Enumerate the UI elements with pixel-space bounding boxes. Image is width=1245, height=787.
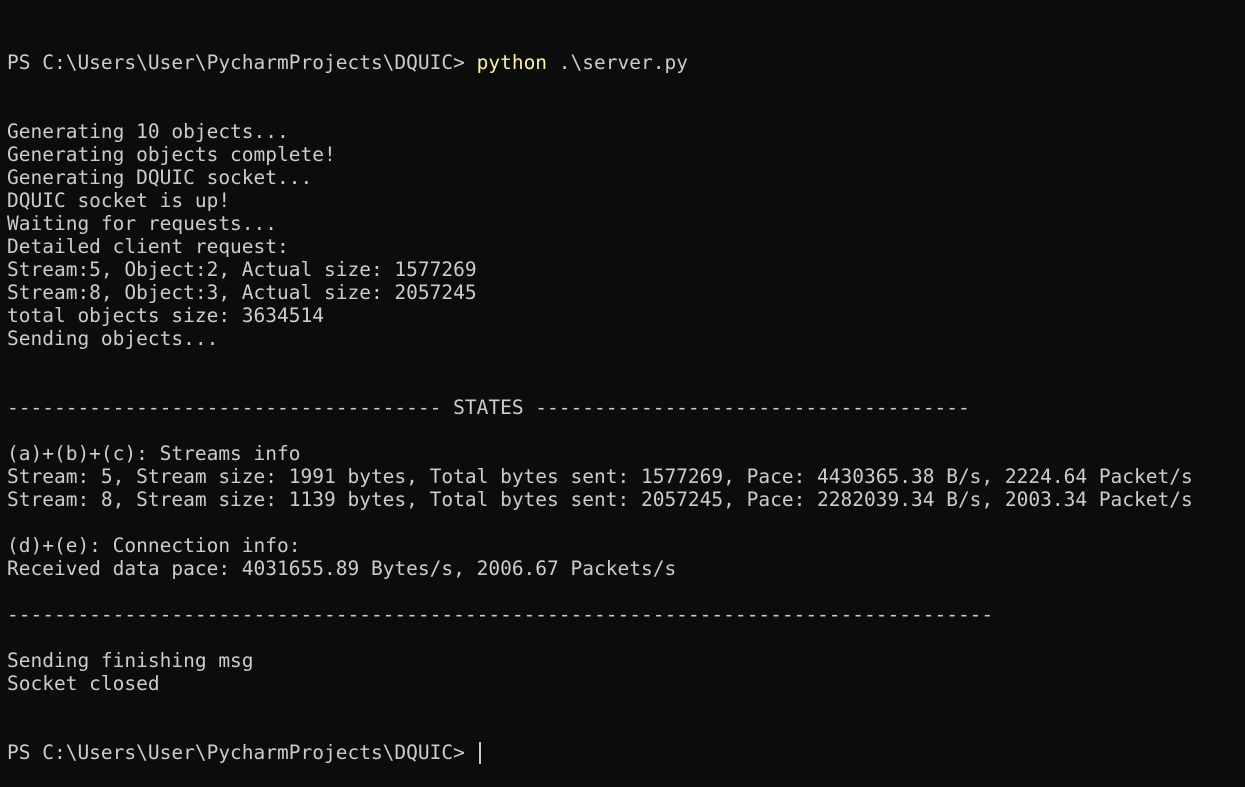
command-line: PS C:\Users\User\PycharmProjects\DQUIC> …: [7, 51, 1245, 74]
output-line: Stream:5, Object:2, Actual size: 1577269: [7, 258, 477, 281]
output-line: Received data pace: 4031655.89 Bytes/s, …: [7, 557, 677, 580]
output-line: Sending finishing msg: [7, 649, 254, 672]
output-line: Generating DQUIC socket...: [7, 166, 313, 189]
output-line: Generating objects complete!: [7, 143, 336, 166]
output-line: (a)+(b)+(c): Streams info: [7, 442, 301, 465]
output-line: Waiting for requests...: [7, 212, 278, 235]
output-line: Stream: 5, Stream size: 1991 bytes, Tota…: [7, 465, 1193, 488]
terminal-window[interactable]: PS C:\Users\User\PycharmProjects\DQUIC> …: [0, 0, 1245, 764]
command-name: python: [476, 51, 548, 74]
output-line: Stream: 8, Stream size: 1139 bytes, Tota…: [7, 488, 1193, 511]
output-line: Sending objects...: [7, 327, 219, 350]
output-line: DQUIC socket is up!: [7, 189, 231, 212]
output-line: Stream:8, Object:3, Actual size: 2057245: [7, 281, 477, 304]
command-args: .\server.py: [547, 51, 688, 74]
final-prompt-line[interactable]: PS C:\Users\User\PycharmProjects\DQUIC>: [7, 741, 1245, 764]
output-line: ----------------------------------------…: [7, 603, 994, 626]
text-cursor: [478, 742, 481, 764]
output-line: Detailed client request:: [7, 235, 289, 258]
output-line: Generating 10 objects...: [7, 120, 289, 143]
output-line: (d)+(e): Connection info:: [7, 534, 301, 557]
output-line: ------------------------------------- ST…: [7, 396, 970, 419]
output-line: Socket closed: [7, 672, 160, 695]
output-line: total objects size: 3634514: [7, 304, 324, 327]
terminal-output: Generating 10 objects... Generating objec…: [7, 120, 1245, 695]
prompt: PS C:\Users\User\PycharmProjects\DQUIC>: [7, 51, 477, 74]
final-prompt: PS C:\Users\User\PycharmProjects\DQUIC>: [7, 741, 477, 764]
